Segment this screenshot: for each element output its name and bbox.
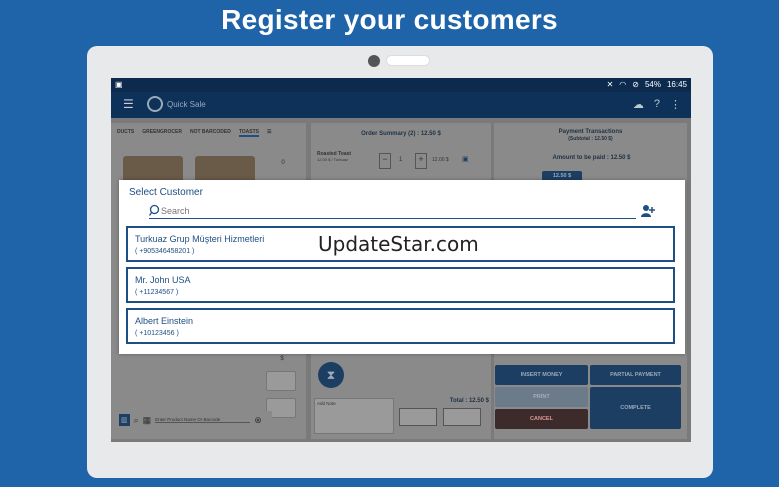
customer-phone: ( +11234567 ) — [135, 289, 179, 296]
app-title: Quick Sale — [167, 100, 206, 109]
product-search-bar: ▥ ⌕ ▦ Enter Product Name Or Barcode ⊗ — [117, 411, 272, 429]
image-icon: ▣ — [115, 80, 123, 89]
dnd-icon: ⊘ — [632, 80, 639, 89]
tab-greengrocer[interactable]: GREENGROCER — [142, 129, 182, 137]
insert-money-button[interactable]: INSERT MONEY — [495, 365, 588, 385]
customer-phone: ( +10123456 ) — [135, 330, 179, 337]
category-tabs: DUCTS GREENGROCER NOT BARCODED TOASTS ☰ — [117, 129, 272, 137]
print-button[interactable]: PRINT — [495, 387, 588, 407]
clock: 16:45 — [666, 80, 687, 89]
increase-qty-button[interactable]: + — [415, 153, 427, 169]
order-item-price: 12.00 $ — [432, 157, 449, 163]
clear-icon[interactable]: ⊗ — [254, 415, 262, 426]
tab-not-barcoded[interactable]: NOT BARCODED — [190, 129, 231, 137]
search-icon[interactable]: ⌕ — [134, 415, 139, 426]
add-user-icon[interactable] — [641, 204, 655, 218]
complete-button[interactable]: COMPLETE — [590, 387, 681, 429]
cloud-icon[interactable]: ☁ — [633, 98, 644, 111]
add-note-field[interactable]: Add Note — [314, 398, 394, 434]
hourglass-icon[interactable]: ⧗ — [318, 362, 344, 388]
wifi-icon: ◠ — [619, 80, 627, 89]
customer-name: Albert Einstein — [135, 316, 194, 326]
order-item-qty: 1 — [399, 157, 403, 163]
order-total: Total : 12.50 $ — [449, 398, 489, 404]
battery-level: 54% — [644, 80, 661, 89]
status-bar: ▣ ✕ ◠ ⊘ 54% 16:45 — [111, 78, 691, 92]
customer-name: Mr. John USA — [135, 275, 191, 285]
overflow-menu-icon[interactable]: ⋮ — [670, 98, 681, 111]
payment-title: Payment Transactions (Subtotal : 12.50 $… — [494, 129, 687, 143]
product-search-input[interactable]: Enter Product Name Or Barcode — [155, 417, 251, 423]
tab-products[interactable]: DUCTS — [117, 129, 134, 137]
amount-to-pay: Amount to be paid : 12.50 $ — [552, 155, 631, 161]
cancel-button[interactable]: CANCEL — [495, 409, 588, 429]
customer-phone: ( +905346458201 ) — [135, 248, 195, 255]
customer-search-input[interactable] — [161, 205, 631, 217]
customer-item[interactable]: Mr. John USA ( +11234567 ) — [126, 267, 675, 303]
keypad-key[interactable] — [266, 371, 296, 391]
dialog-title: Select Customer — [129, 187, 203, 198]
decrease-qty-button[interactable]: − — [379, 153, 391, 169]
camera-icon — [368, 55, 380, 67]
split-button[interactable] — [443, 408, 481, 426]
customer-item[interactable]: Albert Einstein ( +10123456 ) — [126, 308, 675, 344]
speaker-grille — [386, 55, 430, 66]
customer-name: Turkuaz Grup Müşteri Hizmetleri — [135, 234, 265, 244]
order-item[interactable]: Roasted Toast 12.00 $ / Turkuaz − 1 + 12… — [317, 151, 485, 173]
app-logo-icon — [147, 96, 163, 112]
payment-subtotal: (Subtotal : 12.50 $) — [568, 136, 613, 142]
app-bar: ☰ Quick Sale ☁ ? ⋮ — [111, 92, 691, 118]
counter: 0 — [269, 153, 297, 173]
barcode-icon[interactable]: ▦ — [143, 415, 152, 426]
order-summary-title: Order Summary (2) : 12.50 $ — [361, 131, 441, 137]
hamburger-menu-icon[interactable]: ☰ — [123, 97, 134, 111]
print-receipt-button[interactable] — [399, 408, 437, 426]
search-underline — [149, 218, 636, 219]
help-icon[interactable]: ? — [654, 98, 660, 111]
delete-item-icon[interactable]: ▣ — [462, 155, 469, 163]
mute-icon: ✕ — [606, 80, 614, 89]
list-view-icon[interactable]: ☰ — [267, 129, 271, 137]
partial-payment-button[interactable]: PARTIAL PAYMENT — [590, 365, 681, 385]
tab-toasts[interactable]: TOASTS — [238, 129, 260, 137]
payment-transactions-title: Payment Transactions — [558, 129, 623, 135]
select-customer-dialog: Select Customer Turkuaz Grup Müşteri Hiz… — [119, 180, 685, 354]
barcode-scan-icon[interactable]: ▥ — [119, 414, 130, 426]
watermark: UpdateStar.com — [318, 232, 479, 256]
headline: Register your customers — [221, 4, 558, 35]
